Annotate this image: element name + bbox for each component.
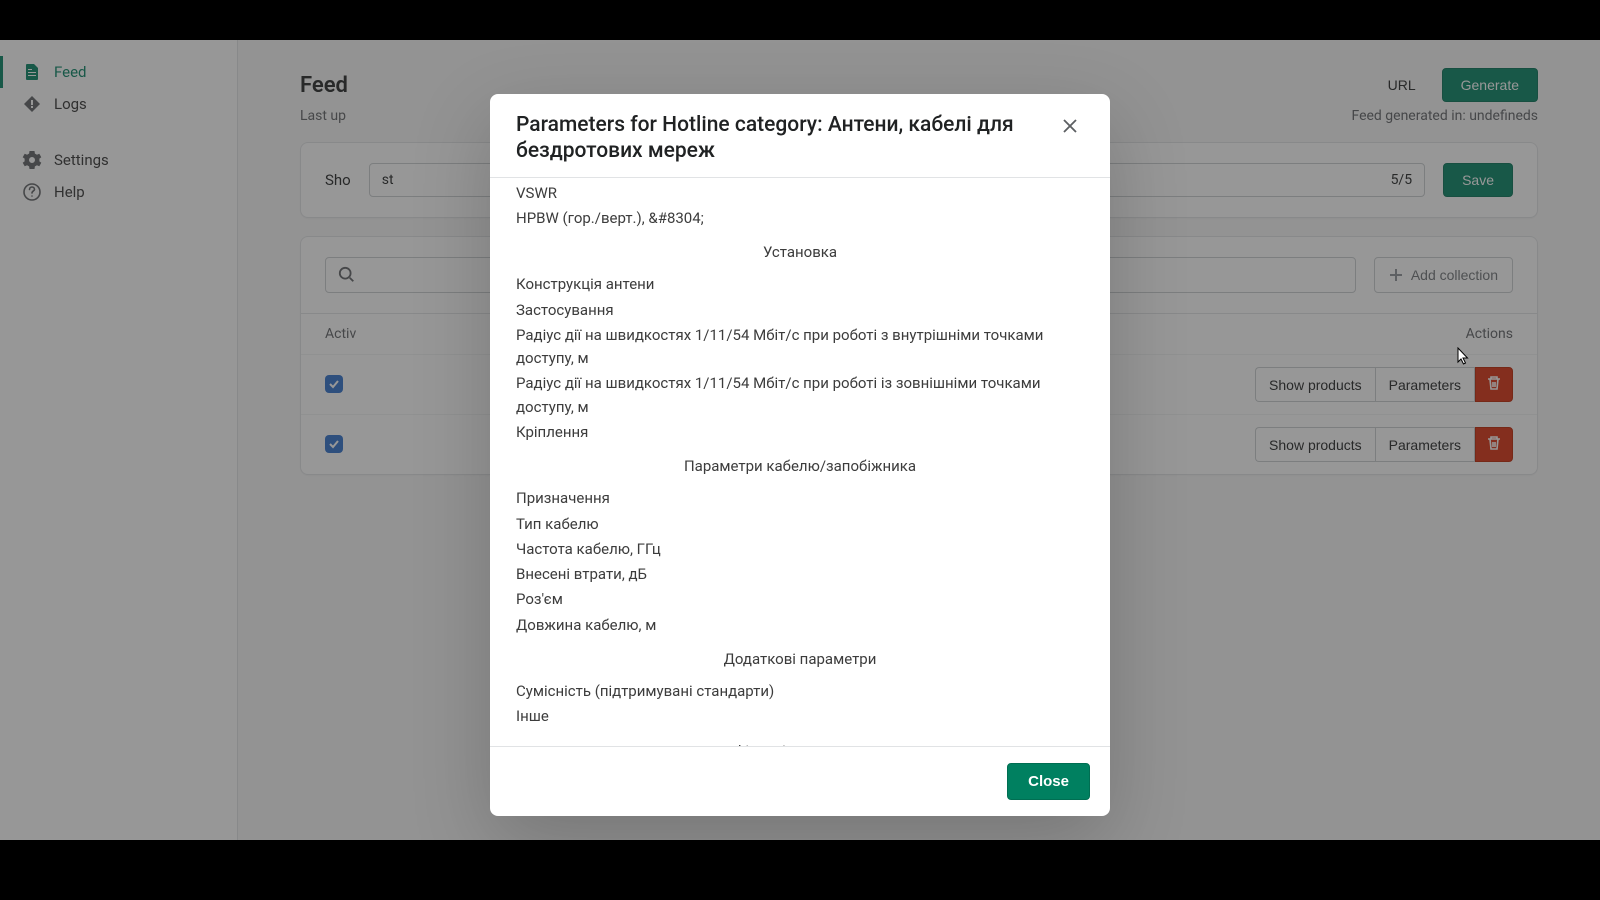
parameters-modal: Parameters for Hotline category: Антени,… <box>490 94 1110 816</box>
modal-overlay[interactable]: Parameters for Hotline category: Антени,… <box>0 40 1600 840</box>
param-item: Конструкція антени <box>516 272 1084 297</box>
param-item: Призначення <box>516 486 1084 511</box>
param-item: Інше <box>516 704 1084 729</box>
param-item: Радіус дії на швидкостях 1/11/54 Мбіт/с … <box>516 371 1084 420</box>
modal-close-button[interactable] <box>1056 112 1084 140</box>
param-group-title: Параметри кабелю/запобіжника <box>516 445 1084 486</box>
close-button[interactable]: Close <box>1007 763 1090 800</box>
param-item: Внесені втрати, дБ <box>516 562 1084 587</box>
param-group-title: Установка <box>516 231 1084 272</box>
param-item: Тип кабелю <box>516 512 1084 537</box>
param-item: Довжина кабелю, м <box>516 613 1084 638</box>
param-item: Кріплення <box>516 420 1084 445</box>
modal-body[interactable]: VSWR HPBW (гор./верт.), &#8304; Установк… <box>490 177 1110 747</box>
param-item: Частота кабелю, ГГц <box>516 537 1084 562</box>
param-item: Радіус дії на швидкостях 1/11/54 Мбіт/с … <box>516 323 1084 372</box>
param-item: Застосування <box>516 298 1084 323</box>
param-item: Роз'єм <box>516 587 1084 612</box>
param-item: Сумісність (підтримувані стандарти) <box>516 679 1084 704</box>
param-group-title: Фізичні параметри <box>516 730 1084 747</box>
param-group-title: Додаткові параметри <box>516 638 1084 679</box>
param-item: VSWR <box>516 181 1084 206</box>
close-icon <box>1060 116 1080 136</box>
param-item: HPBW (гор./верт.), &#8304; <box>516 206 1084 231</box>
modal-title: Parameters for Hotline category: Антени,… <box>516 112 1032 165</box>
